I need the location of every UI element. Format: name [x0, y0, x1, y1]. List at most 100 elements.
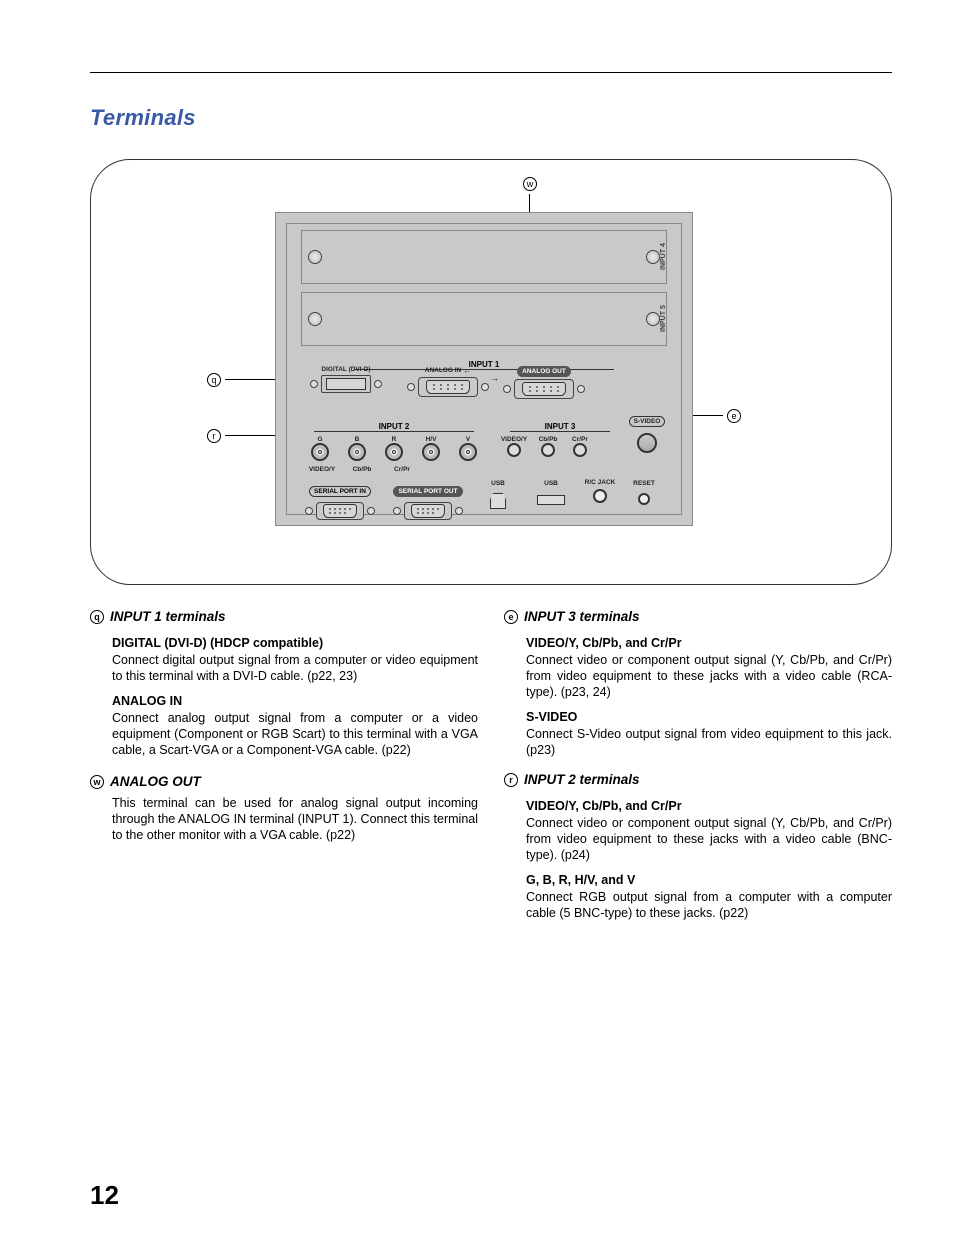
screw-icon — [305, 507, 313, 515]
callout-4: r — [207, 428, 221, 443]
lbl-reset: RESET — [627, 480, 661, 487]
row-input-1: INPUT 1 DIGITAL (DVI-D) — [301, 354, 667, 412]
lbl-rc-jack-text: R/C JACK — [585, 479, 616, 486]
item-i2-videoy-label: VIDEO/Y, Cb/Pb, and Cr/Pr — [526, 799, 892, 813]
bnc-g — [311, 443, 329, 461]
screw-icon — [367, 507, 375, 515]
screw-icon — [308, 312, 322, 326]
lbl-svideo: S-VIDEO — [629, 416, 666, 427]
bnc-b — [348, 443, 366, 461]
callout-3: e — [727, 408, 741, 423]
rca-cbpb — [541, 443, 555, 457]
lbl-serial-out: SERIAL PORT OUT — [393, 486, 462, 497]
slot-input-4: INPUT 4 — [301, 230, 667, 284]
rear-panel-inner: INPUT 4 INPUT 5 INPUT 1 DIGITAL (DVI-D) — [286, 223, 682, 515]
sublbl-cbpb: Cb/Pb — [347, 466, 377, 473]
bnc-v — [459, 443, 477, 461]
item-analogin-label: ANALOG IN — [112, 694, 478, 708]
rca-crpr — [573, 443, 587, 457]
lbl-v: V — [453, 436, 483, 443]
section-3-title: INPUT 3 terminals — [524, 609, 640, 624]
label-analog-out: ANALOG OUT — [517, 366, 571, 377]
section-3-head: e INPUT 3 terminals — [504, 609, 892, 624]
section-1-head: q INPUT 1 terminals — [90, 609, 478, 624]
lbl-serial-in: SERIAL PORT IN — [309, 486, 371, 497]
item-digital-dvid: DIGITAL (DVI-D) (HDCP compatible) Connec… — [112, 636, 478, 684]
item-i3-videoy-body: Connect video or component output signal… — [526, 652, 892, 700]
item-i2-gbr: G, B, R, H/V, and V Connect RGB output s… — [526, 873, 892, 921]
lbl-i3-cbpb: Cb/Pb — [535, 436, 561, 443]
input2-group-label: INPUT 2 — [314, 422, 474, 432]
left-column: q INPUT 1 terminals DIGITAL (DVI-D) (HDC… — [90, 609, 478, 931]
screw-icon — [577, 385, 585, 393]
lbl-g: G — [305, 436, 335, 443]
row-input-2-3: INPUT 2 G B R H/V V VIDEO/Y Cb/Pb Cr/Pr — [301, 416, 667, 476]
callout-1-num: q — [207, 373, 221, 387]
section-2-head: w ANALOG OUT — [90, 774, 478, 789]
callout-2: w — [523, 176, 537, 191]
rear-panel: INPUT 4 INPUT 5 INPUT 1 DIGITAL (DVI-D) — [275, 212, 693, 526]
callout-2-num: w — [523, 177, 537, 191]
callout-1: q — [207, 372, 221, 387]
section-4-head: r INPUT 2 terminals — [504, 772, 892, 787]
port-usb-b — [490, 493, 506, 509]
item-i3-videoy-label: VIDEO/Y, Cb/Pb, and Cr/Pr — [526, 636, 892, 650]
item-digital-label: DIGITAL (DVI-D) (HDCP compatible) — [112, 636, 478, 650]
bnc-r — [385, 443, 403, 461]
port-analog-out — [514, 379, 574, 399]
item-i3-videoy: VIDEO/Y, Cb/Pb, and Cr/Pr Connect video … — [526, 636, 892, 700]
port-serial-out — [404, 502, 452, 520]
item-analog-in: ANALOG IN Connect analog output signal f… — [112, 694, 478, 758]
body-columns: q INPUT 1 terminals DIGITAL (DVI-D) (HDC… — [90, 609, 892, 931]
page-title: Terminals — [90, 105, 892, 131]
screw-icon — [393, 507, 401, 515]
section-3-num: e — [504, 610, 518, 624]
screw-icon — [374, 380, 382, 388]
section-4-title: INPUT 2 terminals — [524, 772, 640, 787]
input3-group-label: INPUT 3 — [510, 422, 610, 432]
port-reset — [638, 493, 650, 505]
screw-icon — [646, 250, 660, 264]
lbl-rc-jack: R/C JACK — [583, 480, 617, 487]
item-i2-gbr-label: G, B, R, H/V, and V — [526, 873, 892, 887]
label-digital-dvid: DIGITAL (DVI-D) — [301, 366, 391, 373]
screw-icon — [407, 383, 415, 391]
label-analog-in: ANALOG IN — [425, 367, 461, 374]
bnc-hv — [422, 443, 440, 461]
arrow-in-icon: ← — [463, 366, 471, 375]
item-i2-videoy-body: Connect video or component output signal… — [526, 815, 892, 863]
screw-icon — [646, 312, 660, 326]
lbl-usb-a: USB — [529, 480, 573, 487]
rca-videoy — [507, 443, 521, 457]
section-1-num: q — [90, 610, 104, 624]
item-i3-svideo-body: Connect S-Video output signal from video… — [526, 726, 892, 758]
item-digital-body: Connect digital output signal from a com… — [112, 652, 478, 684]
section-2-num: w — [90, 775, 104, 789]
item-i2-videoy: VIDEO/Y, Cb/Pb, and Cr/Pr Connect video … — [526, 799, 892, 863]
slot-5-label: INPUT 5 — [660, 293, 672, 345]
port-svideo — [637, 433, 657, 453]
terminals-diagram: w q r e INPUT 4 INPUT 5 — [90, 159, 892, 585]
lbl-i3-videoy: VIDEO/Y — [499, 436, 529, 443]
row-bottom: SERIAL PORT IN SERIAL PORT OUT — [301, 480, 667, 524]
sublbl-videoy: VIDEO/Y — [307, 466, 337, 473]
screw-icon — [503, 385, 511, 393]
port-usb-a — [537, 495, 565, 505]
lbl-usb-b: USB — [477, 480, 519, 487]
page-content: Terminals w q r e INPUT 4 INPUT — [90, 105, 892, 931]
item-analog-out: This terminal can be used for analog sig… — [112, 795, 478, 843]
lbl-hv: H/V — [416, 436, 446, 443]
slot-4-label: INPUT 4 — [660, 231, 672, 283]
right-column: e INPUT 3 terminals VIDEO/Y, Cb/Pb, and … — [504, 609, 892, 931]
screw-icon — [308, 250, 322, 264]
slot-input-5: INPUT 5 — [301, 292, 667, 346]
callout-3-num: e — [727, 409, 741, 423]
lbl-r: R — [379, 436, 409, 443]
section-2-title: ANALOG OUT — [110, 774, 201, 789]
item-i2-gbr-body: Connect RGB output signal from a compute… — [526, 889, 892, 921]
item-analogin-body: Connect analog output signal from a comp… — [112, 710, 478, 758]
screw-icon — [310, 380, 318, 388]
port-rc-jack — [593, 489, 607, 503]
screw-icon — [455, 507, 463, 515]
callout-4-num: r — [207, 429, 221, 443]
